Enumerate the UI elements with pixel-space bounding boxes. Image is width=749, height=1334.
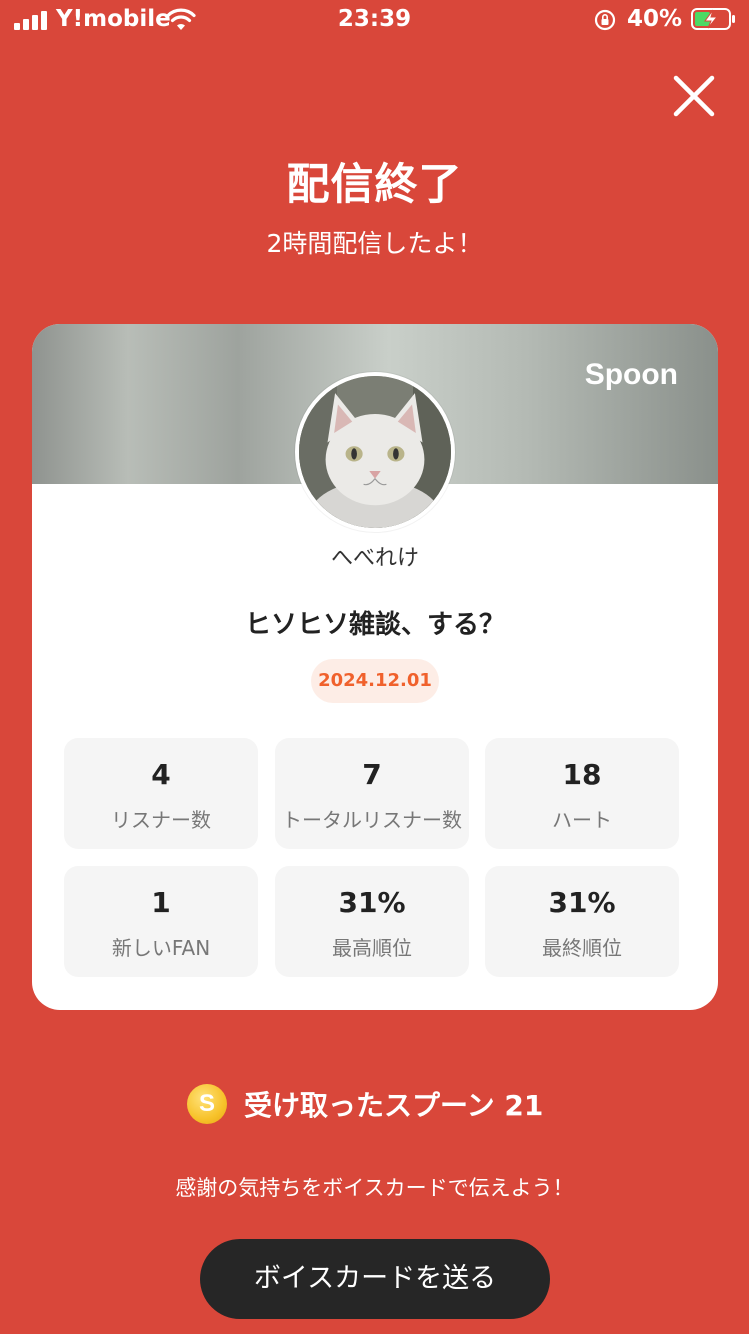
stat-value: 31% [338,886,406,919]
stat-hearts: 18 ハート [485,738,679,849]
battery-charging-icon [691,8,735,30]
broadcast-summary-card: Spoon へべれけ ヒソヒソ雑談、する？ 2024.12.01 4 リスナー数 [32,324,718,1010]
stat-final-rank: 31% 最終順位 [485,866,679,977]
stat-label: トータルリスナー数 [282,808,462,832]
close-icon[interactable] [668,70,720,122]
spoon-coin-icon: S [187,1084,227,1124]
stream-title: ヒソヒソ雑談、する？ [244,610,505,640]
spoon-logo: Spoon [584,358,678,391]
status-bar: Y!mobile 23:39 40% [0,0,749,40]
stat-new-fans: 1 新しいFAN [64,866,258,977]
send-voice-card-button[interactable]: ボイスカードを送る [200,1239,550,1319]
stat-listeners: 4 リスナー数 [64,738,258,849]
date-badge: 2024.12.01 [311,659,439,703]
stat-value: 7 [362,758,382,791]
stat-label: ハート [552,808,612,832]
broadcast-duration: 2時間配信したよ！ [266,229,483,258]
stat-value: 4 [151,758,171,791]
stat-label: リスナー数 [111,808,211,832]
avatar[interactable] [295,372,455,532]
stat-value: 31% [548,886,616,919]
page-title: 配信終了 [286,160,463,210]
stat-value: 1 [151,886,171,919]
spoons-received: 受け取ったスプーン 21 [244,1089,544,1122]
stat-highest-rank: 31% 最高順位 [275,866,469,977]
stat-label: 新しいFAN [111,936,211,960]
cat-avatar-image [299,376,451,528]
username: へべれけ [330,546,419,571]
thanks-message: 感謝の気持ちをボイスカードで伝えよう！ [175,1176,574,1200]
stat-total-listeners: 7 トータルリスナー数 [275,738,469,849]
rotation-lock-icon [594,9,616,31]
stat-label: 最終順位 [542,936,622,960]
stat-value: 18 [562,758,602,791]
battery-percentage: 40% [627,6,683,32]
stat-label: 最高順位 [332,936,412,960]
